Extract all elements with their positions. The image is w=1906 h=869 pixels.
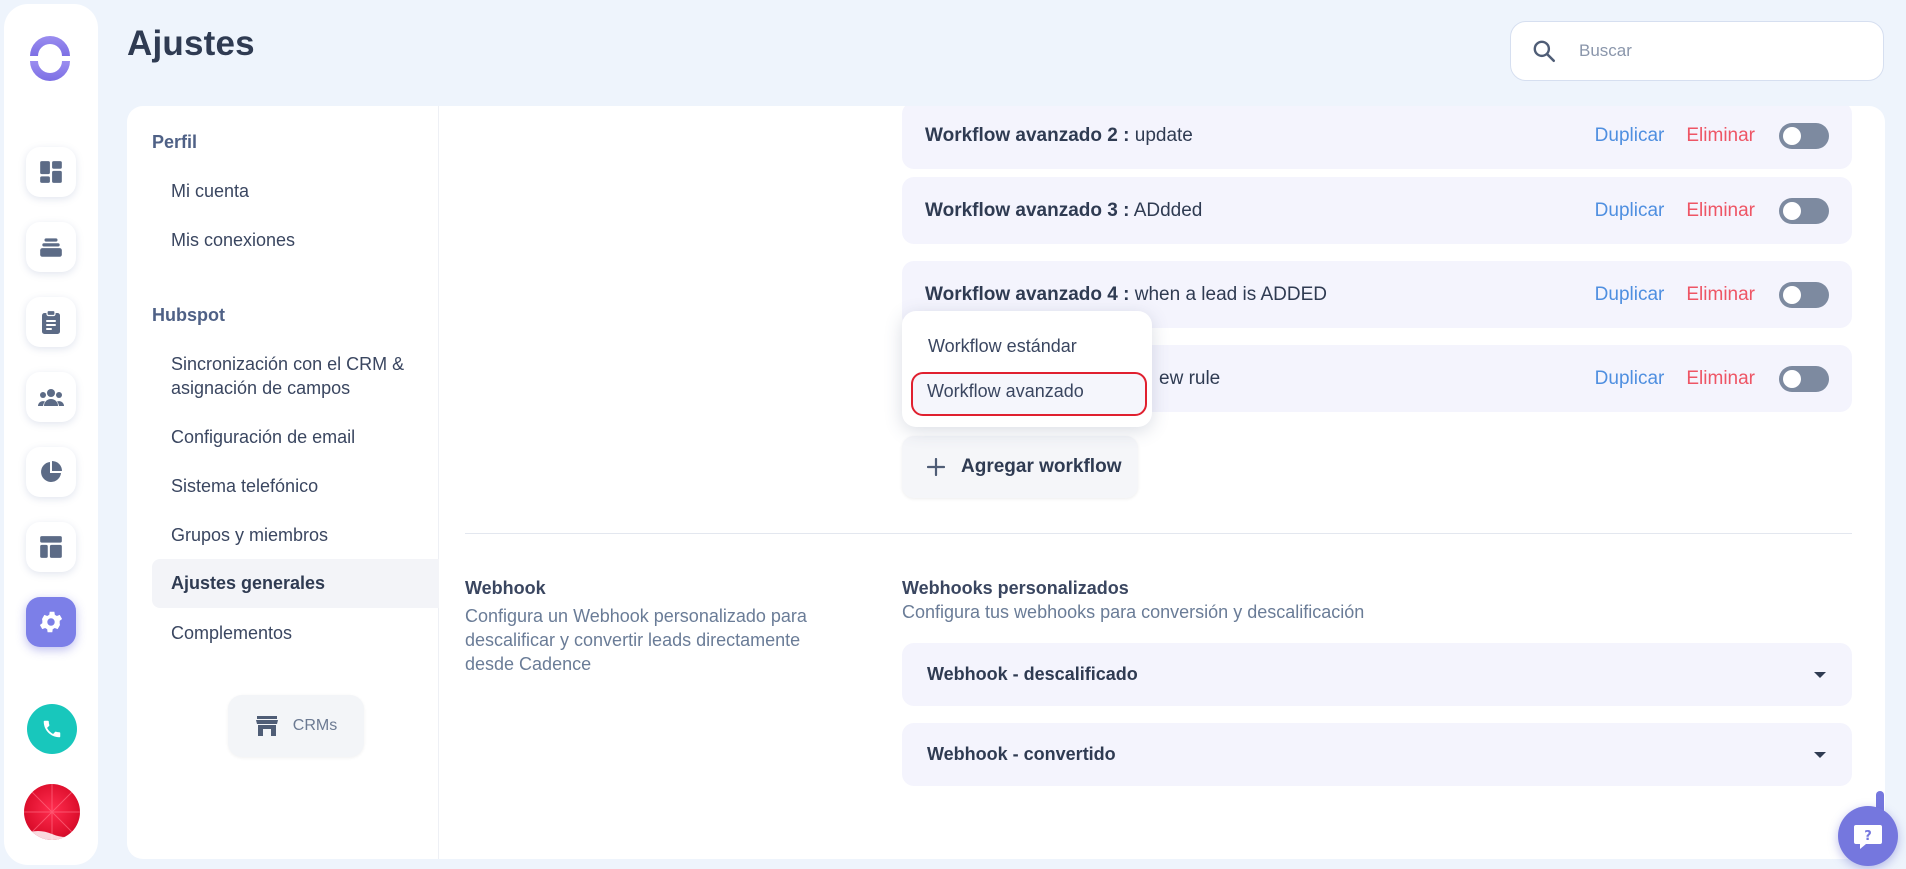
dropdown-option-advanced[interactable]: Workflow avanzado — [927, 381, 1084, 402]
store-icon — [255, 716, 278, 736]
nav-item-email-config[interactable]: Configuración de email — [152, 415, 439, 459]
custom-webhooks-description: Configura tus webhooks para conversión y… — [902, 602, 1365, 622]
add-workflow-label: Agregar workflow — [961, 456, 1122, 477]
webhook-converted-accordion[interactable]: Webhook - convertido — [902, 723, 1852, 786]
crms-button-label: CRMs — [292, 717, 338, 734]
clipboard-icon[interactable] — [26, 297, 76, 347]
workflow-toggle[interactable] — [1779, 365, 1829, 392]
layout-icon[interactable] — [26, 522, 76, 572]
webhook-label: Webhook - descalificado — [927, 664, 1138, 684]
duplicate-button[interactable]: Duplicar — [1595, 125, 1665, 147]
webhook-label: Webhook - convertido — [927, 744, 1116, 764]
workflow-detail: when a lead is ADDED — [1134, 283, 1327, 305]
team-icon[interactable] — [26, 372, 76, 422]
crms-button[interactable]: CRMs — [228, 695, 364, 757]
search-icon — [1533, 40, 1556, 63]
phone-icon[interactable] — [27, 704, 77, 754]
add-workflow-button[interactable]: Agregar workflow — [902, 436, 1138, 498]
nav-item-groups-members[interactable]: Grupos y miembros — [152, 513, 439, 557]
delete-button[interactable]: Eliminar — [1686, 200, 1755, 222]
caret-down-icon — [1814, 751, 1826, 758]
nav-item-mis-conexiones[interactable]: Mis conexiones — [152, 218, 439, 262]
webhook-section-title: Webhook — [465, 578, 546, 598]
nav-item-mi-cuenta[interactable]: Mi cuenta — [152, 169, 439, 213]
settings-card: Perfil Mi cuenta Mis conexiones Hubspot … — [127, 106, 1885, 859]
help-icon[interactable]: ? — [1838, 806, 1898, 866]
duplicate-button[interactable]: Duplicar — [1595, 284, 1665, 306]
delete-button[interactable]: Eliminar — [1686, 284, 1755, 306]
nav-section-hubspot: Hubspot — [152, 305, 225, 325]
pie-chart-icon[interactable] — [26, 447, 76, 497]
workflow-detail: ew rule — [1159, 367, 1221, 389]
nav-item-add-ons[interactable]: Complementos — [152, 611, 439, 655]
nav-item-phone-system[interactable]: Sistema telefónico — [152, 464, 439, 508]
webhook-section-description: Configura un Webhook personalizado para … — [465, 606, 807, 674]
workflow-detail: ADdded — [1133, 199, 1203, 221]
duplicate-button[interactable]: Duplicar — [1595, 368, 1665, 390]
delete-button[interactable]: Eliminar — [1686, 368, 1755, 390]
caret-down-icon — [1814, 671, 1826, 678]
svg-text:?: ? — [1864, 829, 1872, 844]
webhook-disqualified-accordion[interactable]: Webhook - descalificado — [902, 643, 1852, 706]
plus-icon — [927, 458, 945, 476]
search-input[interactable] — [1579, 41, 1859, 61]
search-box[interactable] — [1510, 21, 1884, 81]
workflow-name: Workflow avanzado 2 : — [925, 124, 1130, 146]
workflow-toggle[interactable] — [1779, 281, 1829, 308]
workflow-toggle[interactable] — [1779, 122, 1829, 149]
inbox-stack-icon[interactable] — [26, 222, 76, 272]
gear-icon[interactable] — [26, 597, 76, 647]
duplicate-button[interactable]: Duplicar — [1595, 200, 1665, 222]
nav-section-perfil: Perfil — [152, 132, 198, 152]
workflow-row: Workflow avanzado 2 : update Duplicar El… — [902, 106, 1852, 169]
workflow-name: Workflow avanzado 4 : — [925, 283, 1130, 305]
dropdown-option-standard[interactable]: Workflow estándar — [928, 336, 1077, 357]
workflow-detail: update — [1134, 124, 1193, 146]
left-rail — [4, 4, 98, 865]
dashboard-icon[interactable] — [26, 147, 76, 197]
workflow-name: Workflow avanzado 3 : — [925, 199, 1130, 221]
logo-icon[interactable] — [24, 32, 76, 84]
page-title: Ajustes — [127, 24, 255, 63]
nav-item-general-settings[interactable]: Ajustes generales — [152, 559, 439, 608]
workflow-row: Workflow avanzado 3 : ADdded Duplicar El… — [902, 177, 1852, 244]
section-divider — [465, 533, 1852, 534]
workflow-toggle[interactable] — [1779, 197, 1829, 224]
custom-webhooks-title: Webhooks personalizados — [902, 578, 1129, 598]
delete-button[interactable]: Eliminar — [1686, 125, 1755, 147]
workflow-type-dropdown: Workflow estándar Workflow avanzado — [902, 311, 1152, 427]
settings-nav: Perfil Mi cuenta Mis conexiones Hubspot … — [127, 106, 439, 859]
avatar[interactable] — [24, 784, 80, 840]
nav-item-crm-sync[interactable]: Sincronización con el CRM & asignación d… — [152, 342, 439, 410]
